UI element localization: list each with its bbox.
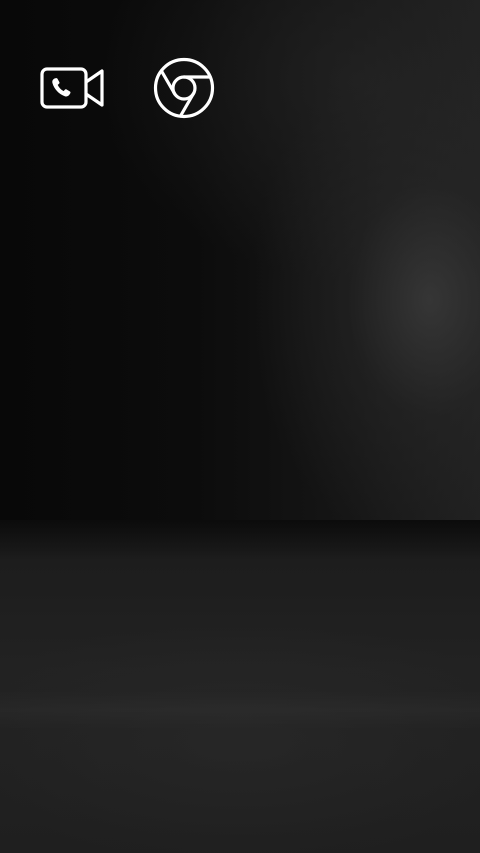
wallpaper-floor [0,520,480,853]
home-screen [0,0,480,853]
wallpaper-light-streak [0,690,480,730]
video-call-app-shortcut[interactable] [38,54,106,122]
video-call-icon [40,67,104,109]
chrome-app-shortcut[interactable] [150,54,218,122]
chrome-icon [153,57,215,119]
